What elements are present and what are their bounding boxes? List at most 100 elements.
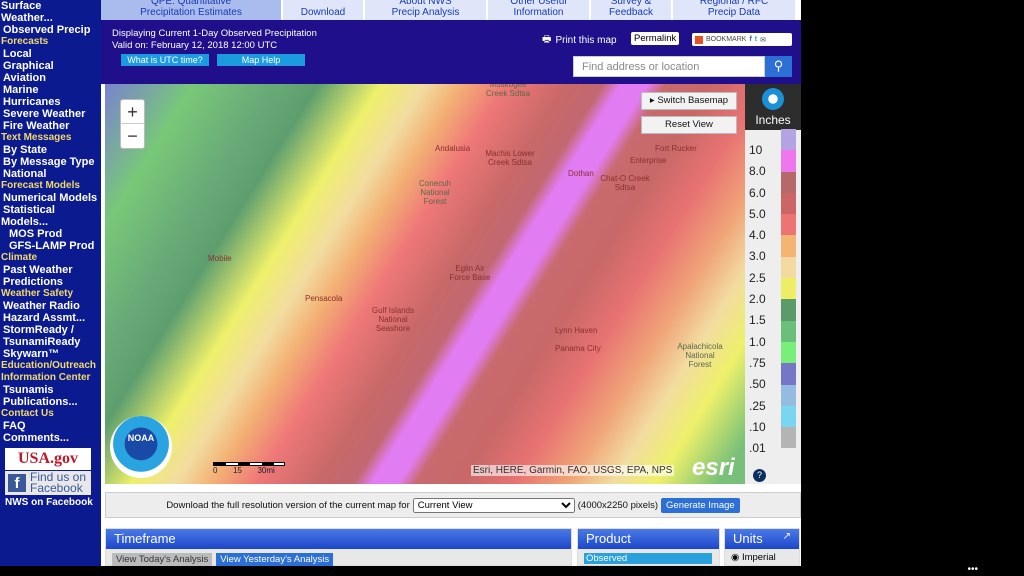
facebook-name: Facebook <box>30 481 83 495</box>
email-share-icon[interactable]: ✉ <box>760 36 766 44</box>
sidebar-link[interactable]: Comments... <box>0 432 101 444</box>
sidebar-link[interactable]: Surface <box>0 0 101 12</box>
legend-swatch <box>781 384 796 406</box>
zoom-in-button[interactable]: + <box>121 100 144 124</box>
tab-label-line1: About NWS <box>399 0 452 7</box>
switch-basemap-button[interactable]: ▸ Switch Basemap <box>641 92 737 110</box>
sidebar-link[interactable]: Severe Weather <box>0 108 101 120</box>
tab-label-line2: Information <box>513 7 564 18</box>
timeframe-panel: Timeframe View Today's Analysis View Yest… <box>105 528 572 566</box>
legend-item: 3.0 <box>745 235 801 263</box>
sidebar-link[interactable]: By Message Type <box>0 156 101 168</box>
tab-label-line1: Other Useful <box>510 0 567 7</box>
reset-view-button[interactable]: Reset View <box>641 116 737 134</box>
map-place-label: Gulf Islands National Seashore <box>371 306 415 333</box>
generate-image-button[interactable]: Generate Image <box>661 497 740 513</box>
tab-5[interactable]: Regional / RFC Precip Data <box>673 0 795 20</box>
usa-gov-logo[interactable]: USA.gov <box>5 448 91 470</box>
units-panel: Units ↗ ◉ Imperial <box>724 528 800 566</box>
utc-time-button[interactable]: What is UTC time? <box>121 54 209 66</box>
help-icon[interactable]: ? <box>753 469 766 482</box>
tab-1[interactable]: Download <box>283 0 363 20</box>
legend-item: .10 <box>745 405 801 434</box>
facebook-link[interactable]: f Find us on Facebook <box>5 471 91 495</box>
legend-swatch <box>781 341 796 364</box>
sidebar-link[interactable]: Tsunamis <box>0 384 101 396</box>
sidebar-link[interactable]: Models... <box>0 216 101 228</box>
legend-item: .01 <box>745 427 801 455</box>
sidebar-link[interactable]: Weather... <box>0 12 101 24</box>
sidebar-link[interactable]: Fire Weather <box>0 120 101 132</box>
map-attribution: Esri, HERE, Garmin, FAO, USGS, EPA, NPS <box>471 465 675 476</box>
sidebar-link[interactable]: Numerical Models <box>0 192 101 204</box>
facebook-share-icon[interactable]: f <box>749 36 751 43</box>
view-yesterday-button[interactable]: View Yesterday's Analysis <box>216 553 334 566</box>
tab-0[interactable]: QPE: Quantitative Precipitation Estimates <box>101 0 281 20</box>
sidebar-link[interactable]: Hurricanes <box>0 96 101 108</box>
bookmark-button[interactable]: BOOKMARK f t ✉ <box>692 33 792 46</box>
sidebar-link[interactable]: By State <box>0 144 101 156</box>
sidebar-link[interactable]: Marine <box>0 84 101 96</box>
map-place-label: Machis Lower Creek Sdtsa <box>485 149 535 167</box>
map-place-label: Conecuh National Forest <box>418 179 452 206</box>
sidebar-link[interactable]: MOS Prod <box>0 228 101 240</box>
sidebar-link[interactable]: Predictions <box>0 276 101 288</box>
more-icon[interactable]: ••• <box>967 564 978 575</box>
zoom-out-button[interactable]: − <box>121 124 144 148</box>
scale-bar: 0 15 30mi <box>213 462 285 475</box>
tab-label-line1: Regional / RFC <box>699 0 769 7</box>
map-place-label: Enterprise <box>630 156 667 165</box>
legend-swatch <box>781 129 796 151</box>
sidebar-link[interactable]: Past Weather <box>0 264 101 276</box>
sidebar-link[interactable]: Aviation <box>0 72 101 84</box>
sidebar-link[interactable]: GFS-LAMP Prod <box>0 240 101 252</box>
sidebar-link[interactable]: StormReady / <box>0 324 101 336</box>
tab-4[interactable]: Survey & Feedback <box>591 0 671 20</box>
location-search-input[interactable]: Find address or location <box>573 56 765 77</box>
tab-label-line2: Download <box>300 7 346 18</box>
sidebar-link[interactable]: Observed Precip <box>0 24 101 36</box>
legend-swatch <box>781 405 796 428</box>
esri-logo: esri <box>692 454 735 481</box>
legend-label: .01 <box>749 441 766 456</box>
view-today-button[interactable]: View Today's Analysis <box>112 553 213 566</box>
extent-select[interactable]: Current View <box>412 497 575 513</box>
map-place-label: Muskogee Creek Sdtsa <box>485 84 531 98</box>
legend-item: 10 <box>745 129 801 157</box>
nws-facebook-link[interactable]: NWS on Facebook <box>0 497 101 509</box>
sidebar-section-heading: Information Center <box>1 372 91 383</box>
sidebar-link[interactable]: National <box>0 168 101 180</box>
sidebar-section-heading: Education/Outreach <box>1 360 97 371</box>
legend-swatch <box>781 171 796 193</box>
legend-item: 2.0 <box>745 278 801 306</box>
tab-3[interactable]: Other Useful Information <box>488 0 589 20</box>
sidebar-link[interactable]: Graphical <box>0 60 101 72</box>
print-map-link[interactable]: 🖶 Print this map <box>542 32 617 49</box>
sidebar-link[interactable]: FAQ <box>0 420 101 432</box>
sidebar-link[interactable]: TsunamiReady <box>0 336 101 348</box>
product-observed-option[interactable]: Observed <box>584 553 712 564</box>
twitter-share-icon[interactable]: t <box>755 36 757 43</box>
permalink-button[interactable]: Permalink <box>631 32 680 45</box>
sidebar-link[interactable]: Local <box>0 48 101 60</box>
legend-swatch <box>781 192 796 215</box>
precip-map[interactable]: Andalusia Fort Rucker Enterprise Machis Low… <box>105 84 745 484</box>
legend-swatch <box>781 320 796 342</box>
map-place-label: Apalachicola National Forest <box>677 342 723 369</box>
sidebar-section-heading: Weather Safety <box>1 288 74 299</box>
sidebar-link[interactable]: Hazard Assmt... <box>0 312 101 324</box>
search-button[interactable]: ⚲ <box>765 56 792 77</box>
noaa-logo: NOAA <box>110 416 172 478</box>
expand-icon[interactable]: ↗ <box>783 531 791 542</box>
sidebar-section-heading: Forecasts <box>1 36 49 47</box>
tab-2[interactable]: About NWS Precip Analysis <box>365 0 486 20</box>
imperial-radio[interactable]: ◉ Imperial <box>731 552 799 563</box>
sidebar-link[interactable]: Publications... <box>0 396 101 408</box>
tab-label-line1: QPE: Quantitative <box>150 0 232 7</box>
map-help-button[interactable]: Map Help <box>217 54 305 66</box>
sidebar-link[interactable]: Weather Radio <box>0 300 101 312</box>
sidebar-link[interactable]: Statistical <box>0 204 101 216</box>
sidebar-link[interactable]: Skywarn™ <box>0 348 101 360</box>
legend-title: Inches <box>755 113 791 127</box>
printer-icon: 🖶 <box>542 34 552 45</box>
